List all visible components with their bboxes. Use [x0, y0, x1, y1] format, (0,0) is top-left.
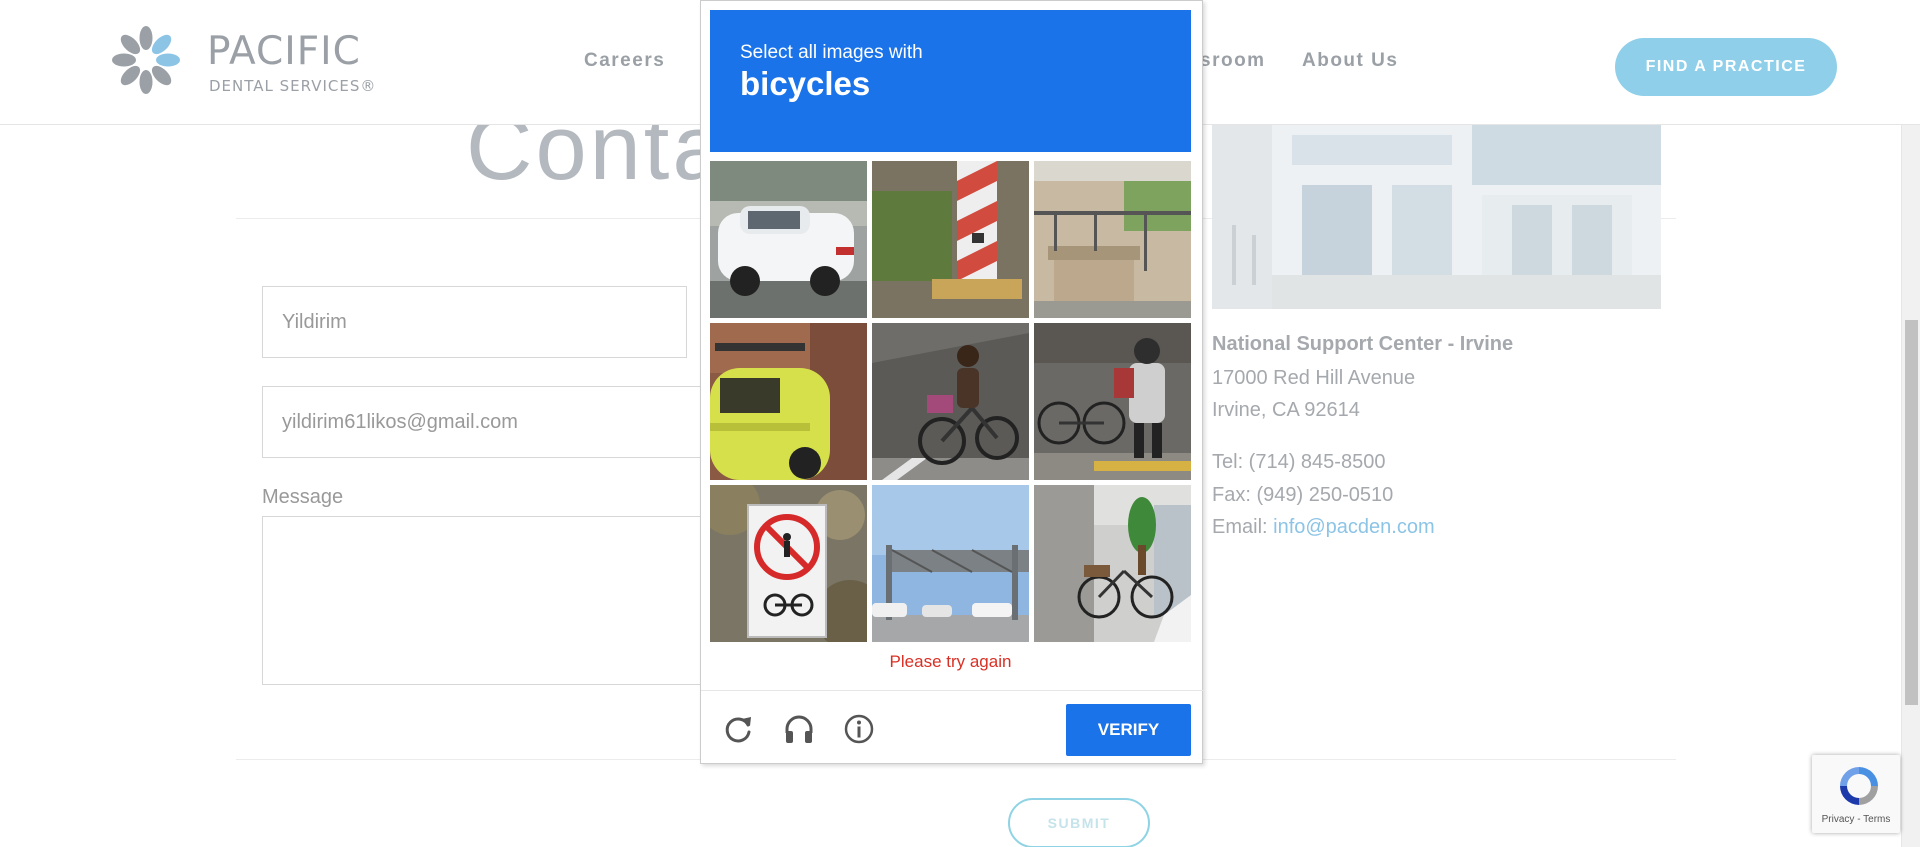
- captcha-tile-3[interactable]: [1034, 161, 1191, 318]
- email-field-value: yildirim61likos@gmail.com: [282, 410, 518, 433]
- scrollbar-thumb[interactable]: [1905, 320, 1918, 705]
- nav-newsroom[interactable]: sroom: [1200, 50, 1266, 72]
- submit-button[interactable]: SUBMIT: [1008, 798, 1150, 847]
- email-field[interactable]: yildirim61likos@gmail.com: [262, 386, 712, 458]
- captcha-error-message: Please try again: [889, 652, 1012, 671]
- office-email-link[interactable]: info@pacden.com: [1273, 516, 1435, 538]
- captcha-prompt: Select all images with: [740, 42, 923, 63]
- page-scrollbar[interactable]: [1901, 0, 1920, 847]
- office-name: National Support Center - Irvine: [1212, 333, 1514, 355]
- nav-careers[interactable]: Careers: [584, 50, 665, 72]
- message-label: Message: [262, 486, 344, 508]
- captcha-tile-4[interactable]: [710, 323, 867, 480]
- office-email: Email: info@pacden.com: [1212, 516, 1435, 539]
- logo-text: PACIFIC: [207, 29, 361, 74]
- captcha-challenge: Select all images with bicycles Please t…: [700, 0, 1204, 764]
- nav-about-us[interactable]: About Us: [1302, 50, 1398, 72]
- verify-button[interactable]: VERIFY: [1066, 704, 1191, 756]
- logo-flower-icon: [112, 26, 180, 94]
- captcha-tile-9[interactable]: [1034, 485, 1191, 642]
- info-icon[interactable]: [843, 713, 875, 745]
- name-field[interactable]: Yildirim: [262, 286, 687, 358]
- captcha-tile-7[interactable]: [710, 485, 867, 642]
- headphones-icon[interactable]: [783, 713, 815, 745]
- office-building-photo: [1212, 125, 1661, 309]
- office-tel: Tel: (714) 845-8500: [1212, 451, 1386, 473]
- captcha-tile-2[interactable]: [872, 161, 1029, 318]
- recaptcha-terms-link[interactable]: Privacy - Terms: [1812, 814, 1900, 825]
- captcha-target-word: bicycles: [740, 65, 871, 102]
- recaptcha-badge[interactable]: Privacy - Terms: [1812, 755, 1900, 833]
- captcha-header: Select all images with bicycles: [710, 10, 1191, 152]
- office-address-line1: 17000 Red Hill Avenue: [1212, 367, 1416, 389]
- captcha-tile-6[interactable]: [1034, 323, 1191, 480]
- logo-subtext: DENTAL SERVICES®: [209, 77, 377, 95]
- captcha-footer: VERIFY: [701, 690, 1204, 764]
- office-address-line2: Irvine, CA 92614: [1212, 399, 1360, 421]
- recaptcha-logo-icon: [1840, 767, 1878, 805]
- find-a-practice-button[interactable]: FIND A PRACTICE: [1615, 38, 1837, 96]
- captcha-tile-1[interactable]: [710, 161, 867, 318]
- captcha-image-grid: [710, 161, 1191, 643]
- office-fax: Fax: (949) 250-0510: [1212, 484, 1394, 506]
- captcha-tile-8[interactable]: [872, 485, 1029, 642]
- reload-icon[interactable]: [723, 713, 755, 745]
- office-email-label: Email:: [1212, 516, 1274, 538]
- captcha-tile-5[interactable]: [872, 323, 1029, 480]
- name-field-value: Yildirim: [282, 310, 347, 333]
- pacific-dental-logo[interactable]: PACIFIC DENTAL SERVICES®: [110, 24, 390, 96]
- message-field[interactable]: [262, 516, 712, 685]
